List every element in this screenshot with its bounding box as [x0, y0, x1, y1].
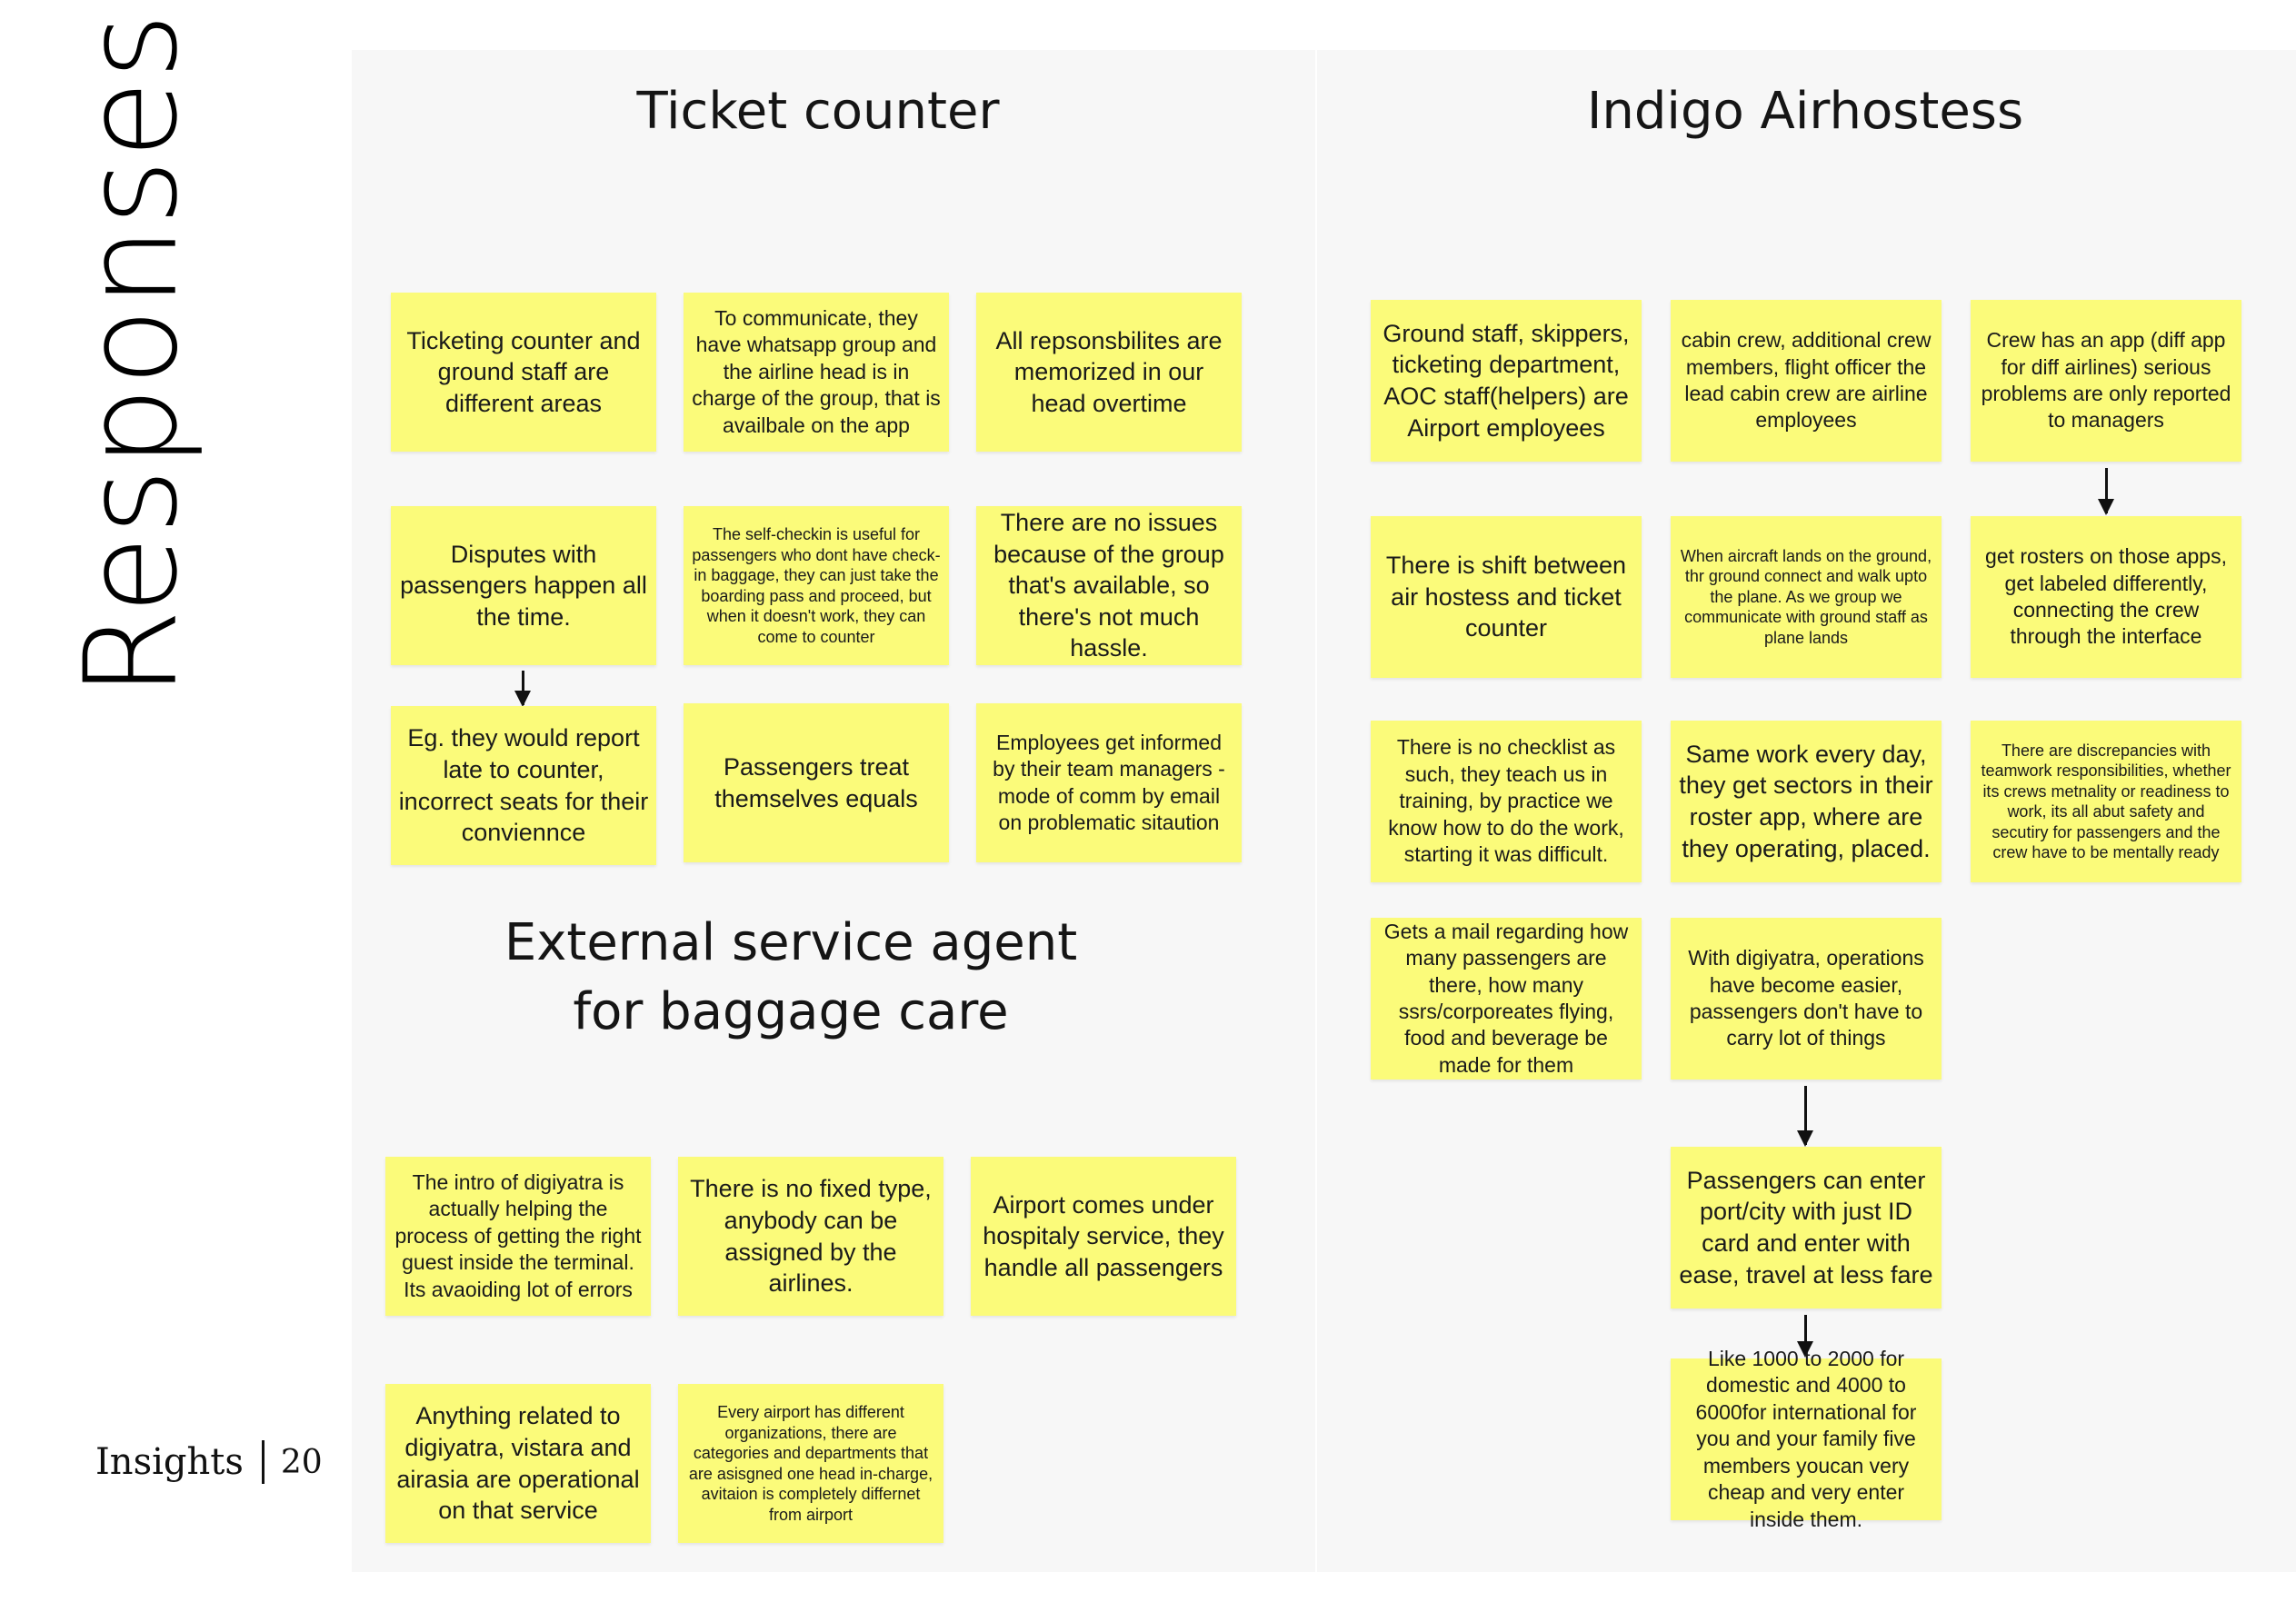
sticky-note: Eg. they would report late to counter, i…	[391, 706, 656, 865]
sticky-note: There is shift between air hostess and t…	[1371, 516, 1642, 678]
sticky-note: When aircraft lands on the ground, thr g…	[1671, 516, 1942, 678]
sticky-note: Ground staff, skippers, ticketing depart…	[1371, 300, 1642, 462]
section-title-ticket-counter: Ticket counter	[636, 82, 1000, 141]
page-number: 20	[280, 1443, 323, 1481]
sticky-note: Ticketing counter and ground staff are d…	[391, 293, 656, 452]
sticky-note: cabin crew, additional crew members, fli…	[1671, 300, 1942, 462]
sticky-note: The intro of digiyatra is actually helpi…	[385, 1157, 651, 1316]
sticky-note: Employees get informed by their team man…	[976, 703, 1242, 862]
sticky-note: Passengers can enter port/city with just…	[1671, 1147, 1942, 1309]
section-title-line-2: for baggage care	[573, 981, 1009, 1041]
sticky-note: There are no issues because of the group…	[976, 506, 1242, 665]
sticky-note: Disputes with passengers happen all the …	[391, 506, 656, 665]
sticky-note: Every airport has different organization…	[678, 1384, 943, 1543]
side-title: Responses	[45, 12, 218, 697]
arrow-down	[1797, 1086, 1813, 1147]
arrow-down	[514, 671, 531, 707]
sticky-note: Anything related to digiyatra, vistara a…	[385, 1384, 651, 1543]
sticky-note: The self-checkin is useful for passenger…	[684, 506, 949, 665]
footer-divider	[261, 1440, 265, 1484]
sticky-note: There are discrepancies with teamwork re…	[1971, 721, 2241, 882]
sticky-note: get rosters on those apps, get labeled d…	[1971, 516, 2241, 678]
sticky-note: To communicate, they have whatsapp group…	[684, 293, 949, 452]
sticky-note: With digiyatra, operations have become e…	[1671, 918, 1942, 1080]
sticky-note: Like 1000 to 2000 for domestic and 4000 …	[1671, 1347, 1942, 1531]
section-title-line-1: External service agent	[504, 913, 1078, 972]
sticky-note: Airport comes under hospitaly service, t…	[971, 1157, 1236, 1316]
sticky-note: All repsonsbilites are memorized in our …	[976, 293, 1242, 452]
sticky-note: Same work every day, they get sectors in…	[1671, 721, 1942, 882]
sticky-note: There is no fixed type, anybody can be a…	[678, 1157, 943, 1316]
sticky-note: Passengers treat themselves equals	[684, 703, 949, 862]
footer: Insights 20	[95, 1440, 323, 1484]
arrow-down	[2098, 468, 2114, 515]
footer-label: Insights	[95, 1441, 244, 1483]
sticky-note: Gets a mail regarding how many passenger…	[1371, 918, 1642, 1080]
sticky-note: There is no checklist as such, they teac…	[1371, 721, 1642, 882]
sticky-note: Crew has an app (diff app for diff airli…	[1971, 300, 2241, 462]
side-title-text: Responses	[57, 11, 206, 698]
section-title-indigo-airhostess: Indigo Airhostess	[1586, 82, 2024, 141]
section-title-external-agent: External service agent for baggage care	[473, 909, 1109, 1046]
